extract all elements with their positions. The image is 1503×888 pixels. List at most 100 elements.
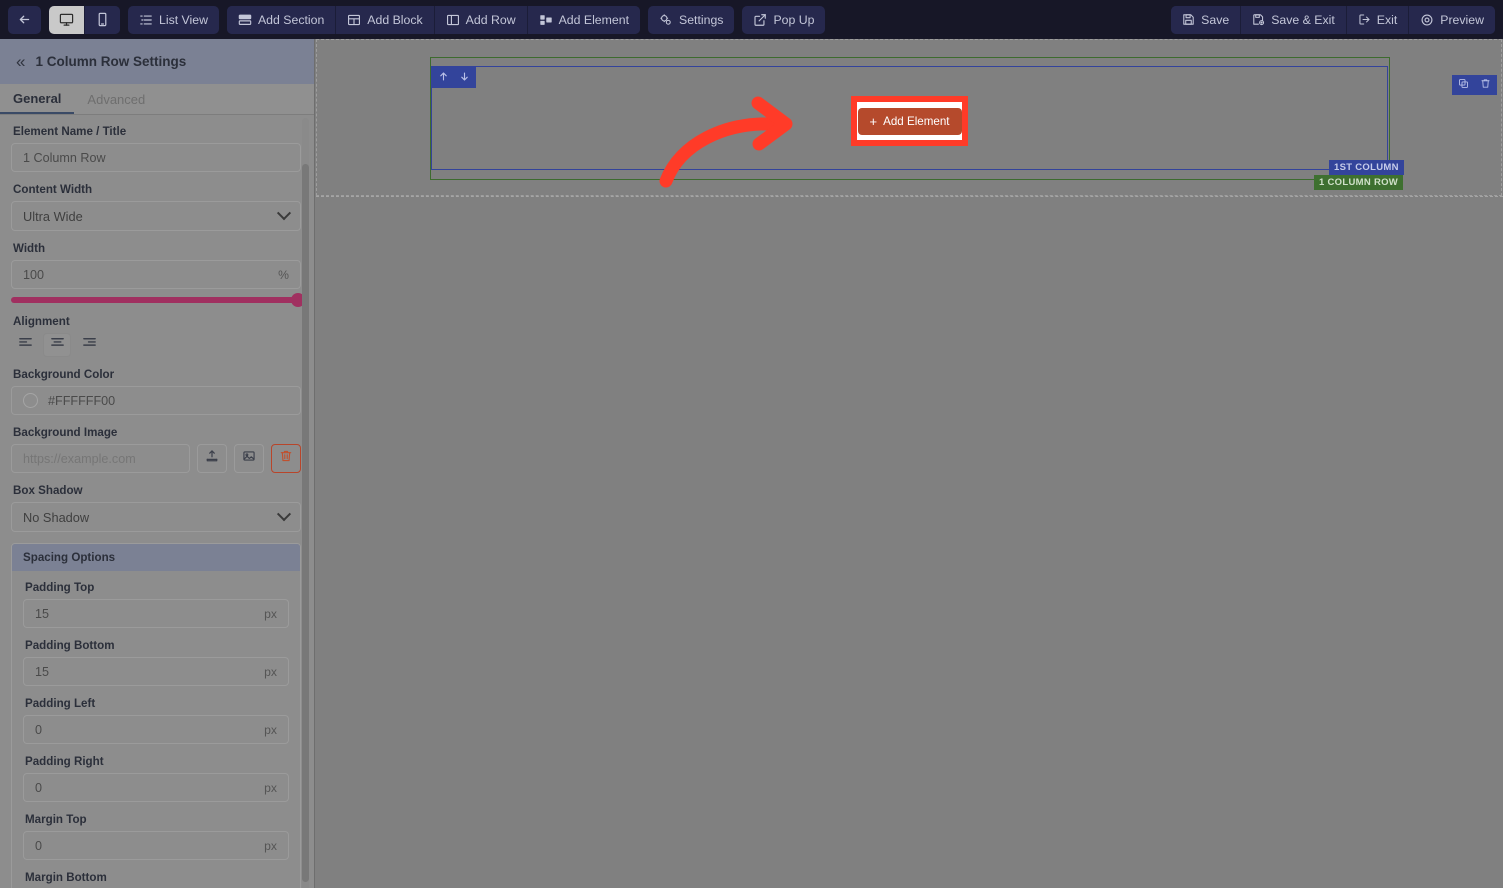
device-desktop-button[interactable] — [49, 5, 85, 34]
add-element-toolbar-button[interactable]: Add Element — [527, 5, 640, 34]
sidebar-scrollbar-thumb[interactable] — [302, 164, 309, 882]
content-width-select[interactable]: Ultra Wide — [11, 201, 301, 231]
row-badge: 1 COLUMN ROW — [1314, 175, 1404, 190]
settings-sidebar: « 1 Column Row Settings General Advanced… — [0, 39, 315, 888]
add-element-button-label: Add Element — [883, 114, 950, 128]
padding-top-unit: px — [264, 606, 277, 621]
width-label: Width — [13, 242, 46, 255]
exit-label: Exit — [1376, 12, 1398, 27]
arrow-down-icon[interactable] — [459, 71, 470, 84]
content-width-value: Ultra Wide — [23, 208, 83, 224]
width-slider[interactable] — [11, 293, 305, 315]
background-color-label: Background Color — [13, 368, 115, 381]
box-shadow-select[interactable]: No Shadow — [11, 502, 301, 532]
back-button[interactable] — [8, 5, 41, 34]
add-group: Add Section Add Block Add Row Add Elemen… — [226, 5, 640, 34]
trash-icon-canvas[interactable] — [1480, 76, 1491, 94]
padding-top-input[interactable]: 15 px — [23, 599, 289, 628]
settings-button[interactable]: Settings — [648, 5, 735, 34]
column-actions-toolbar — [1452, 75, 1497, 95]
popup-label: Pop Up — [773, 12, 815, 27]
margin-top-input[interactable]: 0 px — [23, 831, 289, 860]
exit-icon — [1358, 13, 1371, 26]
background-image-delete-button[interactable] — [271, 444, 301, 473]
padding-left-label: Padding Left — [25, 697, 96, 710]
element-name-value: 1 Column Row — [23, 150, 106, 165]
box-shadow-value: No Shadow — [23, 509, 90, 525]
preview-label: Preview — [1440, 12, 1484, 27]
toolbar-right-group: Save Save & Exit Exit Preview — [1171, 5, 1495, 34]
gear-icon — [659, 13, 673, 27]
alignment-label: Alignment — [13, 315, 70, 328]
arrow-up-icon[interactable] — [438, 71, 449, 84]
padding-right-input[interactable]: 0 px — [23, 773, 289, 802]
add-section-button[interactable]: Add Section — [226, 5, 337, 34]
add-element-highlight: + Add Element — [851, 96, 968, 146]
image-icon — [242, 449, 256, 468]
list-view-button[interactable]: List View — [128, 5, 219, 34]
column-badge: 1ST COLUMN — [1329, 160, 1404, 175]
background-color-input[interactable]: #FFFFFF00 — [11, 386, 301, 415]
padding-right-value: 0 — [35, 780, 43, 795]
add-row-button[interactable]: Add Row — [434, 5, 528, 34]
background-color-value: #FFFFFF00 — [48, 393, 116, 408]
save-exit-label: Save & Exit — [1271, 12, 1335, 27]
save-button[interactable]: Save — [1171, 5, 1242, 34]
background-image-library-button[interactable] — [234, 444, 264, 473]
align-right-button[interactable] — [75, 333, 103, 357]
preview-eye-icon — [1420, 13, 1434, 27]
padding-bottom-value: 15 — [35, 664, 50, 679]
sidebar-scrollbar[interactable] — [302, 118, 309, 888]
trash-icon — [279, 449, 293, 468]
align-left-button[interactable] — [11, 333, 39, 357]
back-group — [8, 5, 41, 34]
desktop-icon — [59, 12, 74, 27]
background-image-upload-button[interactable] — [197, 444, 227, 473]
mobile-icon — [95, 12, 110, 27]
add-element-button[interactable]: + Add Element — [857, 107, 962, 135]
sidebar-header: « 1 Column Row Settings — [0, 39, 314, 84]
add-element-highlight-inner: + Add Element — [857, 102, 962, 140]
sidebar-body: Element Name / Title 1 Column Row Conten… — [0, 115, 314, 888]
spacing-options-title: Spacing Options — [12, 544, 300, 571]
color-swatch-icon[interactable] — [23, 393, 38, 408]
margin-top-unit: px — [264, 838, 277, 853]
device-mobile-button[interactable] — [85, 5, 120, 34]
background-image-input[interactable]: https://example.com — [11, 444, 190, 473]
chevron-down-icon-2 — [276, 507, 292, 522]
padding-left-input[interactable]: 0 px — [23, 715, 289, 744]
preview-button[interactable]: Preview — [1409, 5, 1495, 34]
align-right-icon — [82, 335, 97, 355]
save-exit-button[interactable]: Save & Exit — [1241, 5, 1347, 34]
padding-bottom-label: Padding Bottom — [25, 639, 115, 652]
align-center-button[interactable] — [43, 333, 71, 357]
padding-left-unit: px — [264, 722, 277, 737]
plus-icon: + — [869, 113, 878, 129]
add-section-label: Add Section — [257, 12, 325, 27]
width-slider-track[interactable] — [11, 293, 305, 307]
chevrons-left-icon[interactable]: « — [16, 53, 26, 70]
popup-group: Pop Up — [742, 5, 826, 34]
copy-icon[interactable] — [1458, 76, 1469, 94]
popup-button[interactable]: Pop Up — [742, 5, 826, 34]
element-name-input[interactable]: 1 Column Row — [11, 143, 301, 172]
save-label: Save — [1201, 12, 1230, 27]
tab-general[interactable]: General — [0, 84, 75, 114]
padding-left-value: 0 — [35, 722, 43, 737]
page-canvas: 1ST COLUMN 1 COLUMN ROW + Add Element — [316, 39, 1503, 888]
device-toggle-group — [49, 5, 120, 34]
tab-advanced[interactable]: Advanced — [74, 84, 158, 114]
padding-top-label: Padding Top — [25, 581, 95, 594]
padding-right-unit: px — [264, 780, 277, 795]
padding-bottom-input[interactable]: 15 px — [23, 657, 289, 686]
spacing-options-body: Padding Top 15 px Padding Bottom 15 px P… — [12, 571, 300, 888]
margin-top-value: 0 — [35, 838, 43, 853]
add-block-button[interactable]: Add Block — [336, 5, 435, 34]
add-row-label: Add Row — [465, 12, 516, 27]
width-input[interactable]: 100 % — [11, 260, 301, 289]
width-unit: % — [278, 267, 289, 282]
padding-right-label: Padding Right — [25, 755, 104, 768]
exit-button[interactable]: Exit — [1346, 5, 1410, 34]
add-row-icon — [446, 13, 460, 27]
padding-bottom-unit: px — [264, 664, 277, 679]
